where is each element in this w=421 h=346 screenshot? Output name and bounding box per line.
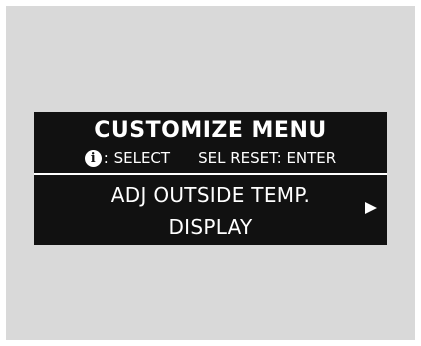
menu-item-label-line1: ADJ OUTSIDE TEMP. [110, 183, 311, 207]
menu-item-label-line2: DISPLAY [168, 215, 253, 239]
select-instruction: : SELECT [103, 149, 171, 167]
divider-line [34, 173, 387, 175]
menu-title: CUSTOMIZE MENU [94, 118, 327, 143]
reset-instruction: SEL RESET: ENTER [198, 149, 337, 167]
instruction-line: i : SELECT SEL RESET: ENTER [34, 147, 387, 169]
multi-info-display: CUSTOMIZE MENU i : SELECT SEL RESET: ENT… [34, 112, 387, 245]
right-arrow-icon[interactable] [365, 202, 377, 214]
figure-frame: CUSTOMIZE MENU i : SELECT SEL RESET: ENT… [6, 6, 415, 340]
info-icon[interactable]: i [84, 149, 102, 167]
